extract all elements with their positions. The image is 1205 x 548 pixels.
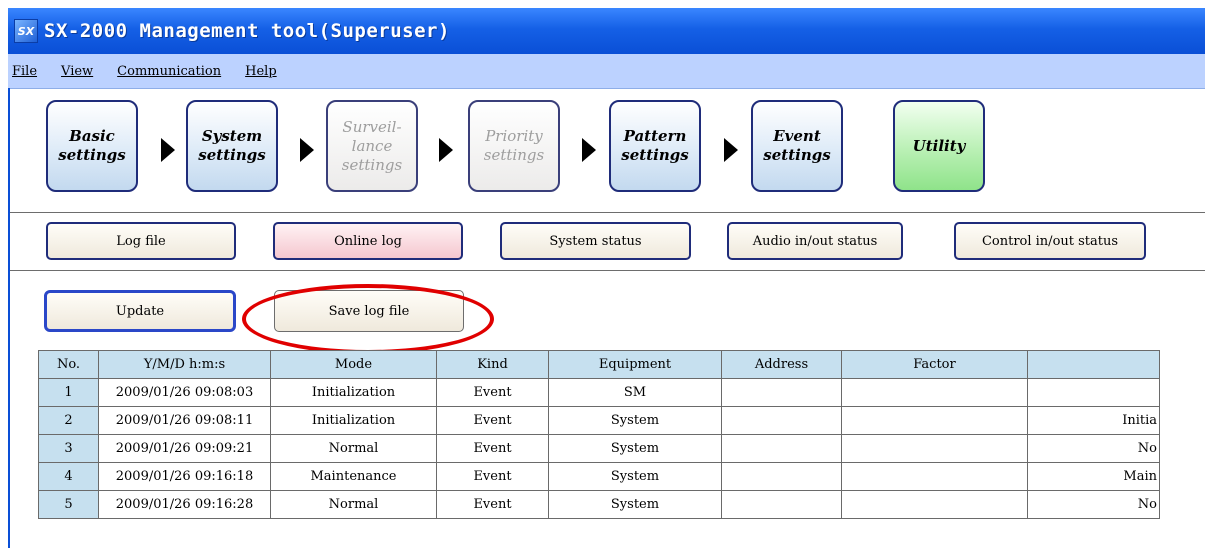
arrow-right-icon: [161, 138, 175, 162]
cell-equipment: System: [548, 462, 722, 491]
cell-factor: [841, 490, 1028, 519]
cell-factor: [841, 462, 1028, 491]
cell-equipment: System: [548, 490, 722, 519]
tab-online-log[interactable]: Online log: [273, 222, 463, 260]
step-basic-settings[interactable]: Basic settings: [46, 100, 138, 192]
step-priority-settings: Priority settings: [468, 100, 560, 192]
menu-view[interactable]: View: [49, 64, 105, 79]
cell-no: 2: [38, 406, 99, 435]
menu-file[interactable]: File: [8, 64, 49, 79]
cell-kind: Event: [436, 406, 549, 435]
col-header-address[interactable]: Address: [721, 350, 842, 379]
save-log-file-button[interactable]: Save log file: [274, 290, 464, 332]
cell-datetime: 2009/01/26 09:16:28: [98, 490, 271, 519]
cell-extra: No: [1027, 434, 1160, 463]
cell-datetime: 2009/01/26 09:08:03: [98, 378, 271, 407]
cell-kind: Event: [436, 378, 549, 407]
cell-address: [721, 378, 842, 407]
cell-address: [721, 406, 842, 435]
cell-no: 4: [38, 462, 99, 491]
app-icon: SX: [14, 19, 38, 43]
step-utility[interactable]: Utility: [893, 100, 985, 192]
cell-kind: Event: [436, 462, 549, 491]
log-table: No. Y/M/D h:m:s Mode Kind Equipment Addr…: [38, 350, 1160, 519]
cell-kind: Event: [436, 490, 549, 519]
settings-steps: Basic settings System settings Surveil- …: [8, 96, 1205, 212]
title-bar[interactable]: SX SX-2000 Management tool(Superuser): [8, 8, 1205, 54]
app-window: SX SX-2000 Management tool(Superuser) Fi…: [8, 8, 1205, 548]
cell-mode: Normal: [270, 490, 437, 519]
cell-mode: Maintenance: [270, 462, 437, 491]
cell-extra: Initia: [1027, 406, 1160, 435]
cell-address: [721, 434, 842, 463]
table-header-row: No. Y/M/D h:m:s Mode Kind Equipment Addr…: [38, 350, 1160, 379]
tab-log-file[interactable]: Log file: [46, 222, 236, 260]
cell-no: 5: [38, 490, 99, 519]
cell-factor: [841, 378, 1028, 407]
col-header-no[interactable]: No.: [38, 350, 99, 379]
table-row[interactable]: 4 2009/01/26 09:16:18 Maintenance Event …: [38, 462, 1160, 491]
window-border: [8, 88, 10, 548]
tab-control-in-out-status[interactable]: Control in/out status: [954, 222, 1146, 260]
cell-extra: No: [1027, 490, 1160, 519]
cell-equipment: System: [548, 406, 722, 435]
tab-audio-in-out-status[interactable]: Audio in/out status: [727, 222, 903, 260]
col-header-extra[interactable]: [1027, 350, 1160, 379]
menu-help[interactable]: Help: [233, 64, 289, 79]
cell-address: [721, 490, 842, 519]
arrow-right-icon: [300, 138, 314, 162]
utility-tabs: Log file Online log System status Audio …: [8, 218, 1205, 270]
cell-no: 1: [38, 378, 99, 407]
cell-datetime: 2009/01/26 09:16:18: [98, 462, 271, 491]
divider: [8, 270, 1205, 271]
cell-kind: Event: [436, 434, 549, 463]
step-event-settings[interactable]: Event settings: [751, 100, 843, 192]
cell-equipment: System: [548, 434, 722, 463]
window-title: SX-2000 Management tool(Superuser): [44, 20, 450, 42]
divider: [8, 212, 1205, 213]
step-system-settings[interactable]: System settings: [186, 100, 278, 192]
arrow-right-icon: [439, 138, 453, 162]
arrow-right-icon: [582, 138, 596, 162]
table-row[interactable]: 1 2009/01/26 09:08:03 Initialization Eve…: [38, 378, 1160, 407]
step-surveillance-settings: Surveil- lance settings: [326, 100, 418, 192]
arrow-right-icon: [724, 138, 738, 162]
col-header-kind[interactable]: Kind: [436, 350, 549, 379]
step-pattern-settings[interactable]: Pattern settings: [609, 100, 701, 192]
menu-bar: File View Communication Help: [8, 54, 1205, 89]
cell-mode: Normal: [270, 434, 437, 463]
cell-mode: Initialization: [270, 378, 437, 407]
cell-datetime: 2009/01/26 09:08:11: [98, 406, 271, 435]
table-row[interactable]: 2 2009/01/26 09:08:11 Initialization Eve…: [38, 406, 1160, 435]
cell-no: 3: [38, 434, 99, 463]
cell-equipment: SM: [548, 378, 722, 407]
col-header-equipment[interactable]: Equipment: [548, 350, 722, 379]
table-row[interactable]: 3 2009/01/26 09:09:21 Normal Event Syste…: [38, 434, 1160, 463]
table-row[interactable]: 5 2009/01/26 09:16:28 Normal Event Syste…: [38, 490, 1160, 519]
cell-address: [721, 462, 842, 491]
cell-factor: [841, 434, 1028, 463]
cell-extra: [1027, 378, 1160, 407]
menu-communication[interactable]: Communication: [105, 64, 233, 79]
cell-extra: Main: [1027, 462, 1160, 491]
col-header-datetime[interactable]: Y/M/D h:m:s: [98, 350, 271, 379]
col-header-mode[interactable]: Mode: [270, 350, 437, 379]
col-header-factor[interactable]: Factor: [841, 350, 1028, 379]
cell-factor: [841, 406, 1028, 435]
tab-system-status[interactable]: System status: [500, 222, 691, 260]
cell-datetime: 2009/01/26 09:09:21: [98, 434, 271, 463]
cell-mode: Initialization: [270, 406, 437, 435]
update-button[interactable]: Update: [44, 290, 236, 332]
